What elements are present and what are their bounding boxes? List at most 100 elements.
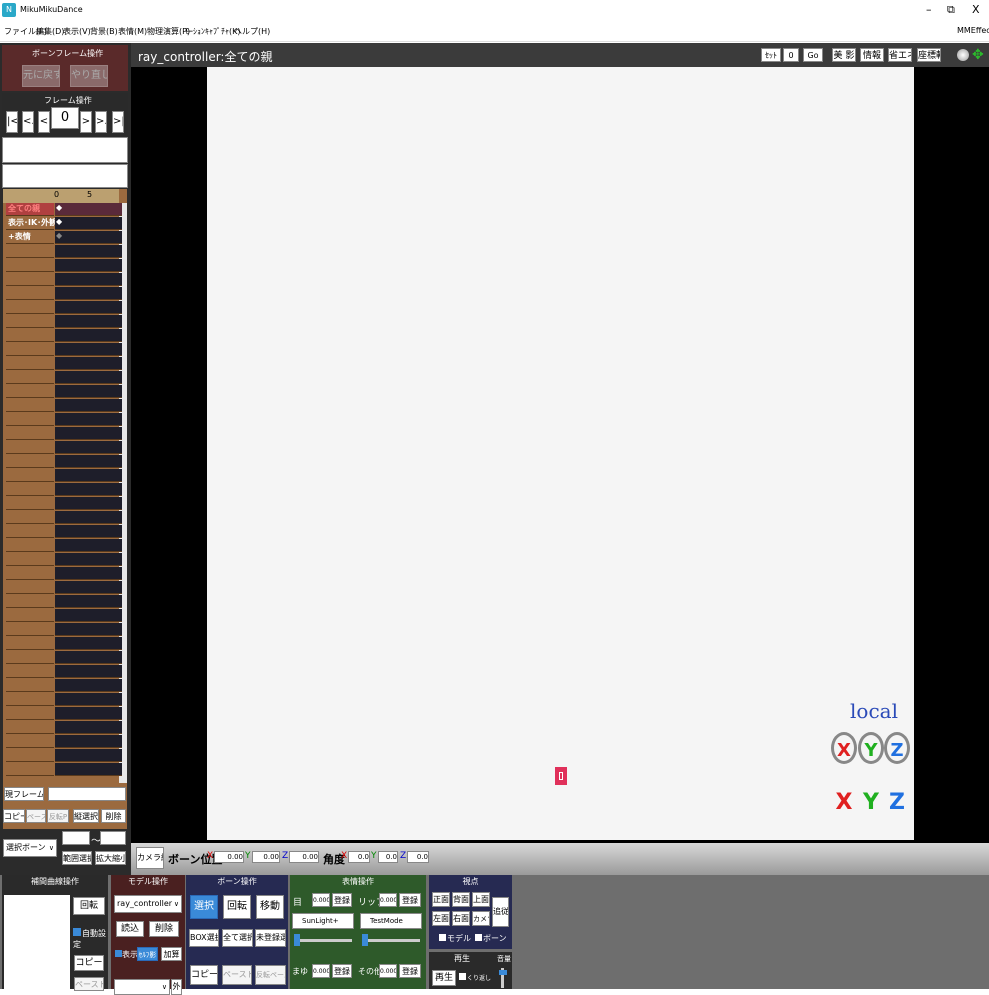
timeline-row-frames[interactable] bbox=[55, 497, 122, 510]
restore-button[interactable]: ⧉ bbox=[947, 3, 955, 17]
timeline-row-frames[interactable] bbox=[55, 679, 122, 692]
display-checkbox[interactable]: 表示 bbox=[115, 949, 138, 960]
bone-move-button[interactable]: 移動 bbox=[256, 895, 284, 919]
timeline-row-frames[interactable] bbox=[55, 357, 122, 370]
timeline-row-frames[interactable] bbox=[55, 595, 122, 608]
timeline-row-name[interactable] bbox=[6, 749, 54, 762]
menu-help[interactable]: ヘルプ(H) bbox=[234, 26, 270, 37]
camera-edit-button[interactable]: カメラ編 bbox=[136, 847, 164, 869]
frame-go-input[interactable]: 0 bbox=[783, 48, 799, 62]
timeline-row-name[interactable] bbox=[6, 245, 54, 258]
eye-slider[interactable] bbox=[294, 934, 352, 946]
timeline-row-name[interactable]: +表情 bbox=[6, 231, 54, 244]
interp-rotate-dropdown[interactable]: 回転 bbox=[73, 897, 105, 915]
bone-flip-paste-button[interactable]: 反転ペースト bbox=[255, 965, 286, 985]
timeline-row-frames[interactable] bbox=[55, 315, 122, 328]
timeline-row-name[interactable] bbox=[6, 357, 54, 370]
timeline-row-name[interactable] bbox=[6, 427, 54, 440]
timeline-row-frames[interactable]: ◆ bbox=[55, 203, 122, 216]
timeline-row[interactable] bbox=[6, 735, 122, 749]
timeline-row-frames[interactable] bbox=[55, 721, 122, 734]
volume-slider[interactable] bbox=[499, 968, 507, 988]
set-button[interactable]: ｾｯﾄ bbox=[761, 48, 781, 62]
track-button[interactable]: 追従 bbox=[492, 897, 509, 927]
move-x-gizmo[interactable]: X bbox=[831, 787, 857, 819]
timeline-row[interactable] bbox=[6, 483, 122, 497]
model-delete-button[interactable]: 削除 bbox=[149, 921, 179, 937]
timeline-row-name[interactable] bbox=[6, 539, 54, 552]
delete-frame-button[interactable]: 削除 bbox=[101, 809, 126, 823]
timeline-row-frames[interactable] bbox=[55, 735, 122, 748]
bone-checkbox[interactable]: ボーン bbox=[475, 933, 507, 944]
prev-frame-button[interactable]: < bbox=[38, 111, 50, 133]
timeline-row-frames[interactable] bbox=[55, 385, 122, 398]
pos-x-input[interactable]: 0.00 bbox=[214, 851, 244, 863]
selected-bone-marker[interactable] bbox=[555, 767, 567, 785]
front-view-button[interactable]: 正面 bbox=[432, 892, 450, 907]
timeline-row-frames[interactable] bbox=[55, 651, 122, 664]
model-checkbox[interactable]: モデル bbox=[439, 933, 471, 944]
timeline-row[interactable] bbox=[6, 455, 122, 469]
menu-morph[interactable]: 表情(M) bbox=[118, 26, 147, 37]
interp-curve-area[interactable] bbox=[4, 895, 70, 989]
move-z-gizmo[interactable]: Z bbox=[884, 787, 910, 819]
timeline-row[interactable] bbox=[6, 399, 122, 413]
timeline-row-name[interactable] bbox=[6, 483, 54, 496]
menu-mmeffect[interactable]: MMEffect bbox=[957, 26, 989, 35]
range-end-field[interactable] bbox=[100, 831, 126, 845]
timeline-row-frames[interactable] bbox=[55, 273, 122, 286]
camera-view-button[interactable]: カメラ bbox=[472, 911, 490, 926]
timeline-row-name[interactable] bbox=[6, 553, 54, 566]
timeline-row[interactable] bbox=[6, 497, 122, 511]
timeline-row-name[interactable] bbox=[6, 735, 54, 748]
unregistered-select-button[interactable]: 未登録選 bbox=[255, 929, 286, 947]
timeline-row-name[interactable] bbox=[6, 707, 54, 720]
self-shadow-button[interactable]: ｾﾙﾌ影 bbox=[137, 947, 158, 961]
beauty-shadow-button[interactable]: 美 影 bbox=[832, 48, 856, 62]
current-frame-field[interactable] bbox=[48, 787, 126, 801]
timeline-row[interactable] bbox=[6, 441, 122, 455]
energy-save-button[interactable]: 省エネ bbox=[888, 48, 912, 62]
timeline-row[interactable] bbox=[6, 287, 122, 301]
play-button[interactable]: 再生 bbox=[432, 970, 456, 986]
render-canvas[interactable]: local X Y Z X Y Z bbox=[207, 67, 914, 840]
first-frame-button[interactable]: |< bbox=[6, 111, 18, 133]
outer-parent-button[interactable]: 外 bbox=[171, 979, 182, 995]
timeline-row-frames[interactable] bbox=[55, 763, 122, 776]
timeline-row-name[interactable] bbox=[6, 511, 54, 524]
timeline-row[interactable] bbox=[6, 637, 122, 651]
select-bone-dropdown[interactable]: 選択ボーン ∨ bbox=[3, 839, 57, 857]
timeline-row[interactable] bbox=[6, 595, 122, 609]
keyframe-diamond-icon[interactable]: ◆ bbox=[56, 217, 62, 226]
light-icon[interactable] bbox=[957, 49, 969, 61]
timeline-row-name[interactable] bbox=[6, 385, 54, 398]
timeline[interactable]: 0 5 全ての親 ◆ 表示･IK･外観 ◆ +表情 ◆ bbox=[3, 189, 127, 829]
viewport[interactable]: ray_controller:全ての親 ｾｯﾄ 0 Go 美 影 情報 省エネ … bbox=[131, 43, 989, 843]
next-frame-button[interactable]: > bbox=[80, 111, 92, 133]
angle-y-input[interactable]: 0.0 bbox=[378, 851, 398, 863]
timeline-row-name[interactable] bbox=[6, 329, 54, 342]
model-load-button[interactable]: 読込 bbox=[116, 921, 144, 937]
timeline-row[interactable] bbox=[6, 651, 122, 665]
timeline-row[interactable] bbox=[6, 259, 122, 273]
timeline-row-frames[interactable] bbox=[55, 693, 122, 706]
timeline-row-name[interactable] bbox=[6, 371, 54, 384]
bone-copy-button[interactable]: コピー bbox=[190, 965, 218, 985]
timeline-row[interactable] bbox=[6, 553, 122, 567]
timeline-row-frames[interactable] bbox=[55, 287, 122, 300]
angle-z-input[interactable]: 0.0 bbox=[407, 851, 429, 863]
timeline-row-frames[interactable] bbox=[55, 749, 122, 762]
flip-paste-frame-button[interactable]: 反転P bbox=[47, 809, 69, 823]
undo-button[interactable]: 元に戻す bbox=[22, 65, 60, 87]
timeline-row[interactable] bbox=[6, 707, 122, 721]
timeline-row-name[interactable] bbox=[6, 679, 54, 692]
close-button[interactable]: X bbox=[972, 3, 980, 16]
vertical-select-button[interactable]: 縦選択 bbox=[73, 809, 99, 823]
box-select-button[interactable]: BOX選択 bbox=[189, 929, 219, 947]
timeline-row-frames[interactable] bbox=[55, 609, 122, 622]
eye-morph-dropdown[interactable]: SunLight+ bbox=[292, 913, 354, 929]
menu-physics[interactable]: 物理演算(P) bbox=[147, 26, 190, 37]
menu-motion-capture[interactable]: ﾓｰｼｮﾝｷｬﾌﾟﾁｬ(K) bbox=[185, 26, 241, 37]
auto-setting-checkbox[interactable]: 自動設定 bbox=[73, 928, 107, 949]
keyframe-diamond-icon[interactable]: ◆ bbox=[56, 231, 62, 240]
